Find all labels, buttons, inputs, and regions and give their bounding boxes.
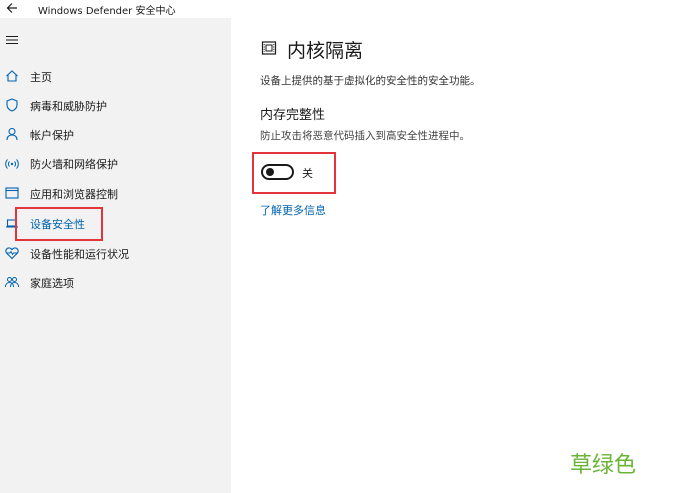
sidebar-item-label: 帐户保护: [30, 129, 74, 142]
toggle-knob: [266, 168, 274, 176]
sidebar-item-label: 家庭选项: [30, 277, 74, 290]
shield-icon: [4, 97, 20, 113]
chip-icon: [260, 39, 278, 57]
sidebar-item-label: 设备安全性: [30, 218, 85, 231]
sidebar-item-device-performance[interactable]: 设备性能和运行状况: [0, 239, 231, 267]
sidebar-item-device-security[interactable]: 设备安全性: [0, 209, 231, 237]
learn-more-link[interactable]: 了解更多信息: [260, 202, 326, 218]
back-arrow-icon[interactable]: [4, 0, 20, 16]
sidebar-item-home[interactable]: 主页: [0, 62, 231, 90]
sidebar-item-app-browser-control[interactable]: 应用和浏览器控制: [0, 179, 231, 207]
toggle-state-label: 关: [302, 167, 313, 180]
family-icon: [4, 274, 20, 290]
sidebar-item-firewall[interactable]: 防火墙和网络保护: [0, 149, 231, 177]
sidebar: 主页 病毒和威胁防护 帐户保护 防火墙和网络保护 应用和浏览器控制 设备安全性: [0, 18, 231, 493]
heart-icon: [4, 245, 20, 261]
title-bar: Windows Defender 安全中心: [0, 0, 690, 18]
person-icon: [4, 126, 20, 142]
section-description: 防止攻击将恶意代码插入到高安全性进程中。: [260, 130, 470, 142]
app-title: Windows Defender 安全中心: [38, 6, 176, 17]
browser-window-icon: [4, 185, 20, 201]
sidebar-item-virus-protection[interactable]: 病毒和威胁防护: [0, 91, 231, 119]
page-description: 设备上提供的基于虚拟化的安全性的安全功能。: [260, 75, 481, 87]
main-content: 内核隔离 设备上提供的基于虚拟化的安全性的安全功能。 内存完整性 防止攻击将恶意…: [231, 18, 690, 493]
hamburger-menu-icon[interactable]: [5, 31, 19, 45]
sidebar-item-label: 主页: [30, 71, 52, 84]
wifi-icon: [4, 155, 20, 171]
page-title: 内核隔离: [287, 40, 364, 62]
memory-integrity-toggle[interactable]: [261, 164, 294, 180]
laptop-icon: [4, 215, 20, 231]
sidebar-item-label: 病毒和威胁防护: [30, 100, 107, 113]
sidebar-item-label: 防火墙和网络保护: [30, 158, 118, 171]
sidebar-item-label: 设备性能和运行状况: [30, 248, 129, 261]
sidebar-item-account-protection[interactable]: 帐户保护: [0, 120, 231, 148]
watermark-text: 草绿色: [570, 453, 637, 478]
sidebar-item-label: 应用和浏览器控制: [30, 188, 118, 201]
sidebar-item-family-options[interactable]: 家庭选项: [0, 268, 231, 296]
section-title-memory-integrity: 内存完整性: [260, 108, 326, 123]
home-icon: [4, 68, 20, 84]
